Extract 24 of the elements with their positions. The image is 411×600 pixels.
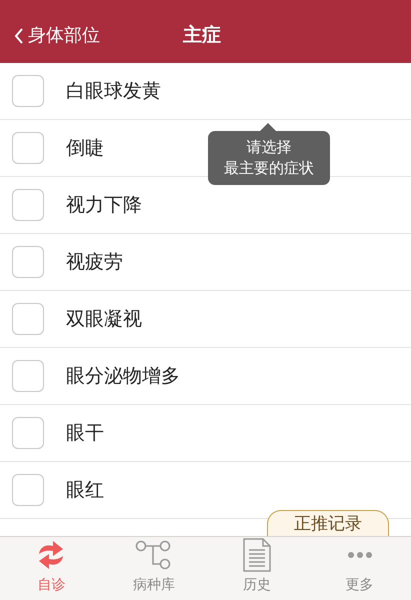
checkbox[interactable] — [12, 303, 44, 335]
checkbox[interactable] — [12, 75, 44, 107]
symptom-label[interactable]: 视疲劳 — [66, 248, 123, 276]
nav-title: 主症 — [183, 22, 221, 48]
symptom-label[interactable]: 视力下降 — [66, 190, 142, 220]
symptom-label[interactable]: 双眼凝视 — [66, 304, 142, 334]
back-icon — [14, 28, 24, 44]
checkbox[interactable] — [12, 189, 44, 221]
tooltip-text: 最主要的症状 — [224, 158, 314, 179]
checkbox[interactable] — [12, 417, 44, 449]
record-tab[interactable]: 正推记录 — [267, 510, 389, 536]
symptom-label[interactable]: 白眼球发黄 — [66, 76, 161, 106]
symptom-label[interactable]: 倒睫 — [66, 134, 104, 162]
checkbox[interactable] — [12, 246, 44, 278]
symptom-label[interactable]: 眼分泌物增多 — [66, 362, 180, 390]
checkbox[interactable] — [12, 474, 44, 506]
checkbox[interactable] — [12, 132, 44, 164]
more-icon — [348, 552, 372, 558]
symptom-label[interactable]: 眼干 — [66, 418, 104, 448]
document-icon — [242, 538, 271, 572]
checkbox[interactable] — [12, 360, 44, 392]
symptom-label[interactable]: 眼红 — [66, 476, 104, 504]
tooltip-text: 请选择 — [246, 137, 292, 158]
back-button[interactable]: 身体部位 — [0, 22, 100, 49]
